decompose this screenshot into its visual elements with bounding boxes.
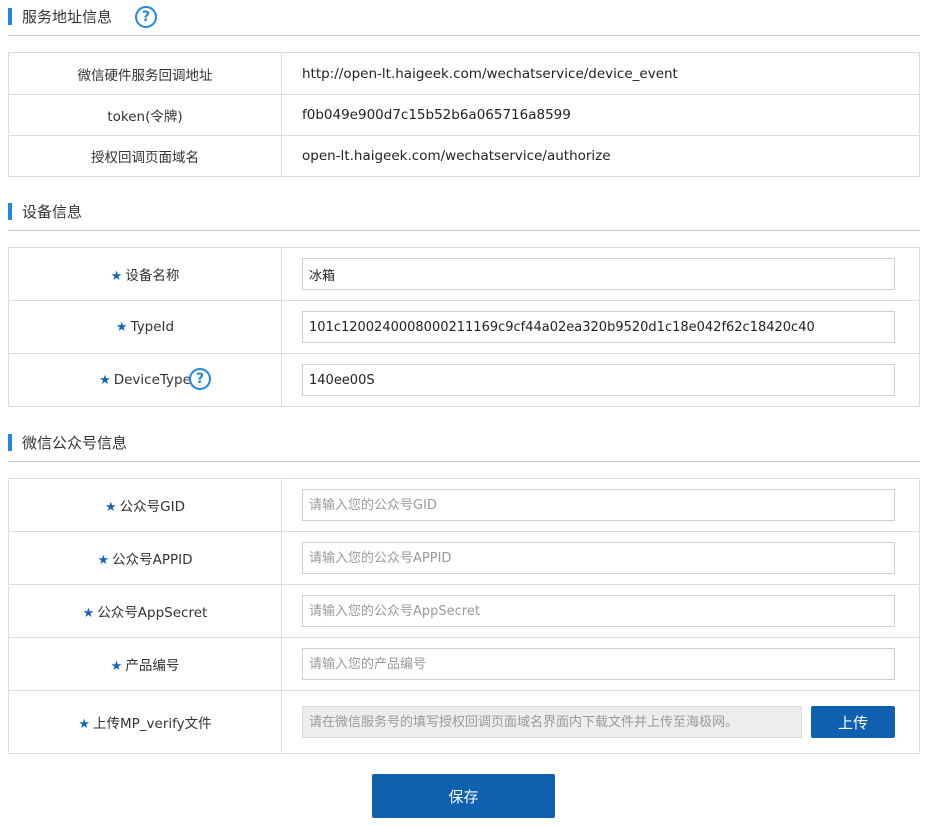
appsecret-label: ★ 公众号AppSecret [8,584,282,638]
section-marker [8,203,12,220]
required-star-icon: ★ [110,269,123,284]
wechat-info-table: ★公众号GID ★公众号APPID ★公众号AppSecret ★产品编号 ★上… [8,478,920,754]
callback-url-label: 微信硬件服务回调地址 [8,52,282,95]
appid-label: ★ 公众号APPID [8,531,282,585]
devicetype-input[interactable] [302,364,895,396]
callback-url-value: http://open-lt.haigeek.com/wechatservice… [281,52,920,95]
upload-file-path-input [302,706,802,738]
table-row: ★ 公众号AppSecret [8,584,920,638]
auth-domain-value: open-lt.haigeek.com/wechatservice/author… [281,135,920,177]
device-name-label: ★ 设备名称 [8,247,282,301]
token-label: token(令牌) [8,94,282,136]
device-info-table: ★设备名称 ★TypeId ★DeviceType ? [8,247,920,407]
required-star-icon: ★ [78,717,90,732]
required-star-icon: ★ [97,553,110,568]
table-row: ★ 公众号APPID [8,531,920,585]
section-wechat-header: 微信公众号信息 [8,428,920,462]
gid-label: ★ 公众号GID [8,478,282,532]
required-star-icon: ★ [82,606,95,621]
product-number-input[interactable] [302,648,895,680]
section-service-header: 服务地址信息 ? [8,2,920,36]
typeid-input[interactable] [302,311,895,343]
required-star-icon: ★ [105,500,117,515]
device-name-input[interactable] [302,258,895,290]
table-row: ★ DeviceType ? [8,353,920,407]
section-device-header: 设备信息 [8,197,920,231]
section-title: 微信公众号信息 [22,434,128,452]
product-number-label: ★ 产品编号 [8,637,282,691]
appid-input[interactable] [302,542,895,574]
table-row: ★ TypeId [8,300,920,354]
help-icon[interactable]: ? [135,6,157,28]
save-button[interactable]: 保存 [372,774,555,818]
help-icon[interactable]: ? [189,368,211,390]
required-star-icon: ★ [99,373,111,388]
service-info-table: 微信硬件服务回调地址 http://open-lt.haigeek.com/we… [8,52,920,177]
table-row: ★上传MP_verify文件 上传 [8,690,920,754]
section-title: 服务地址信息 [22,8,113,26]
section-marker [8,8,12,25]
required-star-icon: ★ [115,320,128,335]
section-marker [8,434,12,451]
table-row: 微信硬件服务回调地址 http://open-lt.haigeek.com/we… [8,52,920,95]
table-row: ★ 设备名称 [8,247,920,301]
table-row: ★ 公众号GID [8,478,920,532]
table-row: 授权回调页面域名 open-lt.haigeek.com/wechatservi… [8,135,920,177]
auth-domain-label: 授权回调页面域名 [8,135,282,177]
section-title: 设备信息 [22,203,83,221]
table-row: token(令牌) f0b049e900d7c15b52b6a065716a85… [8,94,920,136]
upload-file-label: ★ 上传MP_verify文件 [8,690,282,754]
gid-input[interactable] [302,489,895,521]
table-row: ★ 产品编号 [8,637,920,691]
devicetype-label: ★ DeviceType ? [8,353,282,407]
typeid-label: ★ TypeId [8,300,282,354]
appsecret-input[interactable] [302,595,895,627]
upload-button[interactable]: 上传 [811,706,895,738]
required-star-icon: ★ [110,659,123,674]
token-value: f0b049e900d7c15b52b6a065716a8599 [281,94,920,136]
